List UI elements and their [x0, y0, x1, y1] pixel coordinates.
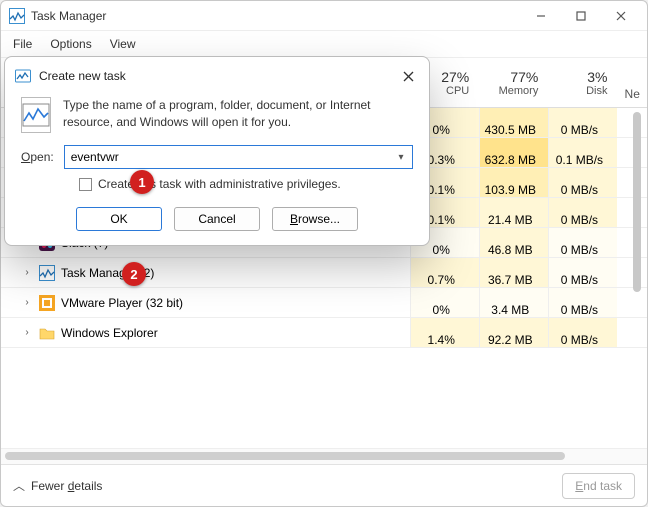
horizontal-scrollbar[interactable]	[1, 448, 647, 464]
dialog-description: Type the name of a program, folder, docu…	[63, 97, 413, 133]
disk-cell: 0 MB/s	[548, 318, 617, 347]
titlebar: Task Manager	[1, 1, 647, 31]
ok-button[interactable]: OK	[76, 207, 162, 231]
disk-cell: 0 MB/s	[548, 258, 617, 287]
cpu-cell: 1.4%	[410, 318, 479, 347]
disk-column-header[interactable]: 3% Disk	[548, 58, 617, 107]
dialog-title: Create new task	[39, 69, 387, 83]
process-row[interactable]: › Windows Explorer 1.4%92.2 MB0 MB/s	[1, 318, 647, 348]
open-input[interactable]	[64, 145, 413, 169]
mem-cell: 36.7 MB	[479, 258, 548, 287]
minimize-button[interactable]	[521, 2, 561, 30]
network-column-header-cut[interactable]: Ne	[617, 58, 647, 107]
mem-cell: 21.4 MB	[479, 198, 548, 227]
process-row[interactable]: › VMware Player (32 bit) 0%3.4 MB0 MB/s	[1, 288, 647, 318]
mem-cell: 632.8 MB	[479, 138, 548, 167]
fewer-details-toggle[interactable]: ︿ Fewer details	[13, 477, 554, 494]
process-row[interactable]: ›Task Manager (2)0.7%36.7 MB0 MB/s	[1, 258, 647, 288]
explorer-icon	[39, 325, 55, 341]
run-icon	[15, 68, 31, 84]
dialog-close-button[interactable]	[395, 65, 421, 87]
open-combobox[interactable]: ▾	[64, 145, 413, 169]
fewer-details-label: Fewer details	[31, 479, 102, 493]
process-name: VMware Player (32 bit)	[61, 296, 183, 310]
admin-privileges-checkbox[interactable]	[79, 178, 92, 191]
end-task-button[interactable]: End task	[562, 473, 635, 499]
disk-cell: 0 MB/s	[548, 198, 617, 227]
menu-options[interactable]: Options	[42, 33, 99, 55]
chevron-up-icon: ︿	[13, 477, 25, 494]
process-name: Windows Explorer	[61, 326, 158, 340]
horizontal-scrollbar-thumb[interactable]	[5, 452, 565, 460]
cpu-cell: 0%	[410, 288, 479, 317]
close-button[interactable]	[601, 2, 641, 30]
annotation-2: 2	[122, 262, 146, 286]
mem-cell: 103.9 MB	[479, 168, 548, 197]
vmware-icon	[39, 295, 55, 311]
disk-cell: 0 MB/s	[548, 168, 617, 197]
mem-cell: 430.5 MB	[479, 108, 548, 137]
chevron-down-icon[interactable]: ▾	[393, 149, 409, 165]
disk-cell: 0 MB/s	[548, 288, 617, 317]
mem-cell: 3.4 MB	[479, 288, 548, 317]
window-title: Task Manager	[31, 9, 521, 23]
tm-icon	[39, 265, 55, 281]
footer: ︿ Fewer details End task	[1, 464, 647, 506]
menu-view[interactable]: View	[102, 33, 144, 55]
mem-cell: 46.8 MB	[479, 228, 548, 257]
disk-cell: 0 MB/s	[548, 228, 617, 257]
expand-arrow-icon[interactable]: ›	[21, 267, 33, 278]
menubar: File Options View	[1, 31, 647, 58]
annotation-1: 1	[130, 170, 154, 194]
expand-arrow-icon[interactable]: ›	[21, 327, 33, 338]
cancel-button[interactable]: Cancel	[174, 207, 260, 231]
menu-file[interactable]: File	[5, 33, 40, 55]
mem-cell: 92.2 MB	[479, 318, 548, 347]
memory-column-header[interactable]: 77% Memory	[479, 58, 548, 107]
open-label: Open:	[21, 150, 54, 164]
task-manager-icon	[9, 8, 25, 24]
run-program-icon	[21, 97, 51, 133]
disk-cell: 0.1 MB/s	[548, 138, 617, 167]
disk-cell: 0 MB/s	[548, 108, 617, 137]
vertical-scrollbar[interactable]	[633, 112, 641, 292]
cpu-cell: 0.7%	[410, 258, 479, 287]
create-new-task-dialog: Create new task Type the name of a progr…	[4, 56, 430, 246]
maximize-button[interactable]	[561, 2, 601, 30]
expand-arrow-icon[interactable]: ›	[21, 297, 33, 308]
browse-button[interactable]: Browse...	[272, 207, 358, 231]
